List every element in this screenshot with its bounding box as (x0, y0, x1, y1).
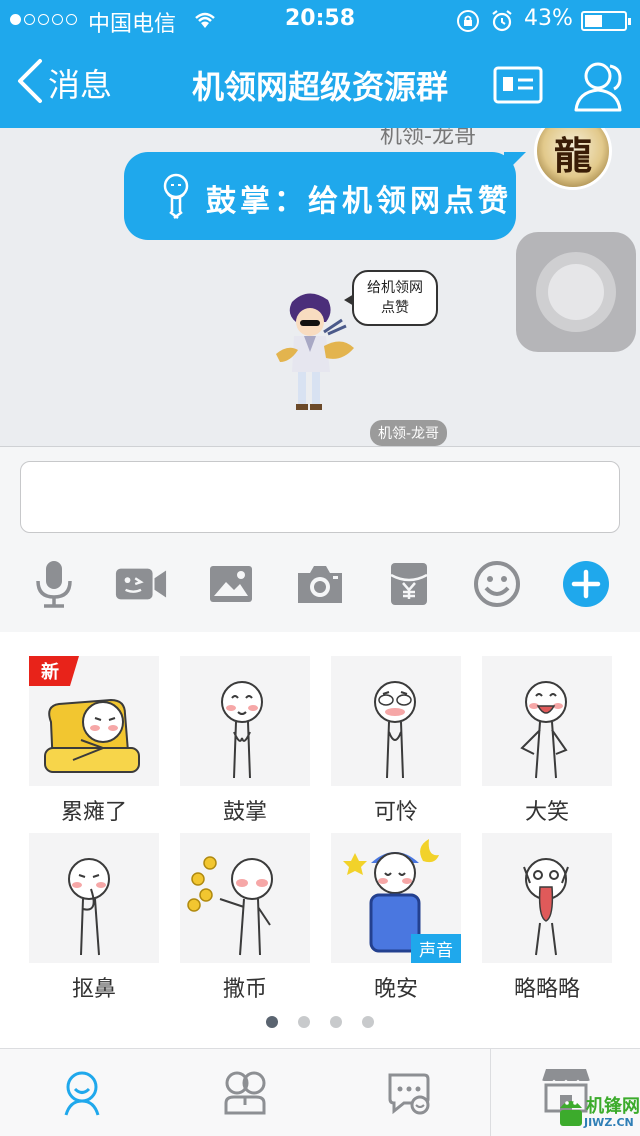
doodle-face-icon (158, 172, 194, 224)
chat-area[interactable]: 机领-龙哥 龍 鼓掌：给机领网点赞 给机领网 点赞 机领-龙哥 (0, 128, 640, 446)
sticker-item[interactable]: 声音 晚安 (331, 833, 461, 1003)
sticker-image: 声音 (331, 833, 461, 963)
back-button[interactable]: 消息 (14, 58, 112, 108)
page-dot[interactable] (330, 1016, 342, 1028)
sticker-item[interactable]: 撒币 (180, 833, 310, 1003)
sticker-label: 略略略 (513, 977, 580, 1002)
camera-button[interactable] (293, 557, 347, 611)
sticker-label: 累瘫了 (60, 800, 127, 825)
sticker-item[interactable]: 鼓掌 (180, 656, 310, 826)
sticker-label: 抠鼻 (71, 977, 116, 1002)
page-title: 机领网超级资源群 (191, 68, 448, 106)
chat-bubble-icon (388, 1073, 430, 1115)
more-button[interactable] (559, 557, 613, 611)
battery-percent: 43% (524, 6, 573, 31)
sticker-item[interactable]: 略略略 (482, 833, 612, 1003)
page-dot[interactable] (362, 1016, 374, 1028)
sticker-image (180, 656, 310, 786)
microphone-icon (36, 561, 72, 608)
profile-card-icon (493, 66, 543, 104)
tab-doodle-stickers[interactable] (60, 1069, 104, 1121)
sticker-image (482, 656, 612, 786)
sticker-label: 撒币 (222, 977, 267, 1002)
site-watermark: 机锋网 JIWZ.CN (556, 1090, 640, 1136)
group-members-icon (574, 62, 622, 112)
voice-button[interactable] (27, 557, 81, 611)
video-call-icon (115, 568, 167, 600)
sticker-category-bar (0, 1048, 640, 1136)
sticker-image (331, 656, 461, 786)
image-icon (210, 566, 252, 602)
page-dot[interactable] (266, 1016, 278, 1028)
sender-name: 机领-龙哥 (380, 128, 476, 149)
back-label: 消息 (48, 66, 113, 104)
emoji-icon (474, 561, 520, 607)
sticker-item[interactable]: 可怜 (331, 656, 461, 826)
battery-icon (581, 11, 631, 31)
sticker-image: 新 (29, 656, 159, 786)
group-members-button[interactable] (570, 58, 628, 118)
status-bar: 中国电信 20:58 43% (0, 0, 640, 40)
header: 中国电信 20:58 43% 消息 机领网超级资源群 (0, 0, 640, 128)
sticker-panel: 新 累瘫了 鼓掌 可怜 大笑 抠鼻 撒币 声音 晚安 略略略 (0, 632, 640, 1048)
chevron-left-icon (14, 57, 44, 109)
watermark-url: JIWZ.CN (584, 1116, 634, 1129)
image-button[interactable] (204, 557, 258, 611)
red-packet-icon (390, 563, 428, 605)
profile-card-button[interactable] (492, 64, 544, 110)
message-text: 鼓掌：给机领网点赞 (206, 184, 512, 219)
message-bubble[interactable]: 鼓掌：给机领网点赞 (124, 152, 526, 240)
avatar-name-tag: 机领-龙哥 (370, 420, 448, 446)
friends-icon (224, 1071, 266, 1115)
alarm-icon (490, 9, 514, 39)
sticker-item[interactable]: 新 累瘫了 (29, 656, 159, 826)
red-packet-button[interactable] (382, 557, 436, 611)
doodle-face-icon (64, 1071, 100, 1116)
sticker-label: 大笑 (524, 800, 569, 825)
sticker-item[interactable]: 大笑 (482, 656, 612, 826)
avatar-character[interactable] (268, 292, 368, 416)
message-input[interactable] (20, 461, 620, 533)
camera-icon (298, 566, 342, 603)
android-robot-icon (560, 1101, 582, 1126)
emoji-button[interactable] (470, 557, 524, 611)
watermark-text: 机锋网 (586, 1096, 640, 1117)
video-call-button[interactable] (114, 557, 168, 611)
tab-chat-stickers[interactable] (386, 1069, 432, 1119)
sound-badge: 声音 (411, 934, 461, 963)
sticker-image (29, 833, 159, 963)
sticker-image (482, 833, 612, 963)
sticker-label: 鼓掌 (222, 800, 267, 825)
plus-icon (563, 561, 609, 607)
orientation-lock-icon (456, 9, 480, 39)
sticker-item[interactable]: 抠鼻 (29, 833, 159, 1003)
tab-friends[interactable] (222, 1069, 268, 1119)
page-indicator[interactable] (0, 1016, 640, 1028)
sticker-image (180, 833, 310, 963)
assistive-touch-button[interactable] (516, 232, 636, 352)
page-dot[interactable] (298, 1016, 310, 1028)
sticker-label: 可怜 (373, 800, 418, 825)
input-area (0, 446, 640, 632)
avatar[interactable]: 龍 (534, 128, 612, 190)
sticker-label: 晚安 (373, 977, 418, 1002)
